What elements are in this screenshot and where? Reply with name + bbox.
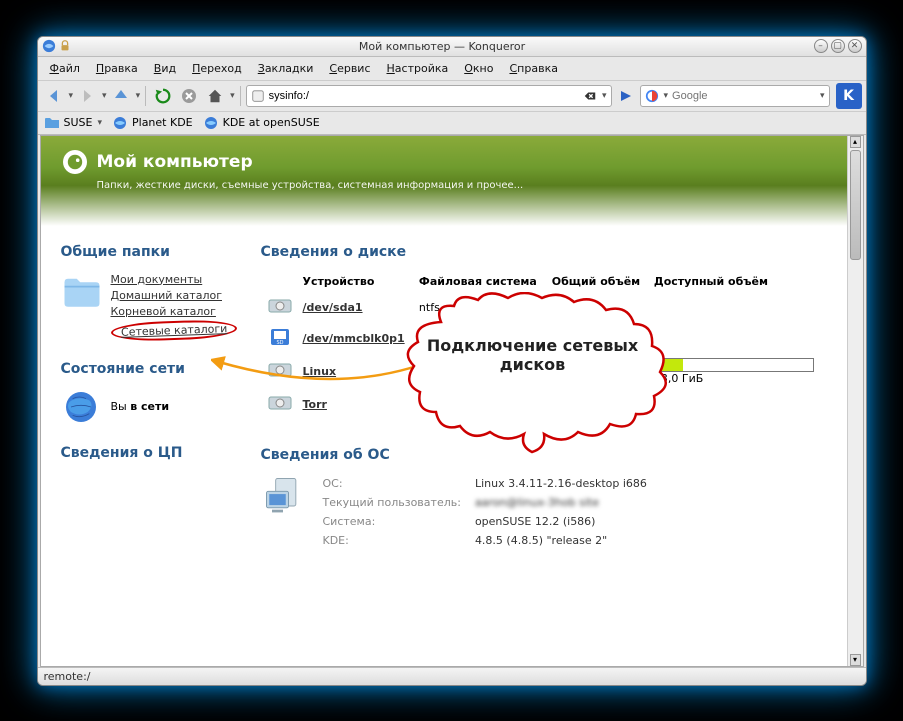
svg-text:SD: SD — [276, 340, 283, 346]
disk-device-link[interactable]: Linux — [303, 365, 337, 378]
folder-link-0[interactable]: Мои документы — [111, 273, 203, 286]
opensuse-logo-icon — [63, 150, 87, 174]
chevron-down-icon[interactable]: ▾ — [69, 91, 74, 101]
os-info-table: ОС:Linux 3.4.11-2.16-desktop i686Текущий… — [315, 473, 655, 551]
os-value: 4.8.5 (4.8.5) "release 2" — [469, 532, 653, 549]
menu-айл[interactable]: Файл — [44, 60, 86, 77]
os-label: KDE: — [317, 532, 467, 549]
search-input[interactable] — [672, 90, 815, 102]
menu-ервис[interactable]: Сервис — [323, 60, 376, 77]
menubar: ФайлПравкаВидПереходЗакладкиСервис Настро… — [38, 57, 866, 81]
stop-button[interactable] — [177, 84, 201, 108]
konqueror-logo[interactable]: K — [836, 83, 862, 109]
disk-icon — [267, 296, 293, 316]
page-content: Мой компьютер Папки, жесткие диски, съем… — [41, 136, 847, 666]
close-button[interactable]: ✕ — [848, 39, 862, 53]
vertical-scrollbar[interactable]: ▴ ▾ — [847, 136, 863, 666]
os-row: KDE:4.8.5 (4.8.5) "release 2" — [317, 532, 653, 549]
forward-button[interactable] — [75, 84, 99, 108]
folder-link-2[interactable]: Корневой каталог — [111, 305, 216, 318]
chevron-down-icon[interactable]: ▾ — [102, 91, 107, 101]
menu-ереход[interactable]: Переход — [186, 60, 248, 77]
annotation-callout: Подключение сетевых дисков — [396, 292, 676, 460]
nav-toolbar: ▾ ▾ ▾ ▾ ▾ ▾ ▾ K — [38, 81, 866, 112]
menu-равка[interactable]: Правка — [90, 60, 144, 77]
network-status: Вы в сети — [111, 400, 170, 413]
os-row: ОС:Linux 3.4.11-2.16-desktop i686 — [317, 475, 653, 492]
chevron-down-icon[interactable]: ▾ — [136, 91, 141, 101]
scroll-thumb[interactable] — [850, 150, 861, 260]
back-button[interactable] — [42, 84, 66, 108]
disk-device-link[interactable]: /dev/mmcblk0p1 — [303, 332, 405, 345]
chevron-down-icon[interactable]: ▾ — [820, 91, 825, 101]
chevron-down-icon[interactable]: ▾ — [602, 91, 607, 101]
os-value: openSUSE 12.2 (i586) — [469, 513, 653, 530]
search-engine-icon[interactable] — [645, 89, 659, 103]
os-row: Система:openSUSE 12.2 (i586) — [317, 513, 653, 530]
folder-icon — [61, 270, 103, 312]
scroll-up-button[interactable]: ▴ — [850, 136, 861, 148]
folders-heading: Общие папки — [61, 244, 251, 260]
location-icon — [251, 89, 265, 103]
go-button[interactable] — [614, 84, 638, 108]
app-icon — [42, 39, 56, 53]
bookmarks-toolbar: SUSE▾ Planet KDE KDE at openSUSE — [38, 112, 866, 135]
page-banner: Мой компьютер Папки, жесткие диски, съем… — [41, 136, 847, 226]
network-heading: Состояние сети — [61, 361, 251, 377]
os-value: Linux 3.4.11-2.16-desktop i686 — [469, 475, 653, 492]
lock-icon — [58, 39, 72, 53]
titlebar[interactable]: Мой компьютер — Konqueror – ▢ ✕ — [38, 37, 866, 57]
disk-avail: 13,0 ГиБ — [650, 355, 825, 388]
disk-heading: Сведения о диске — [261, 244, 827, 260]
computer-icon — [261, 473, 305, 517]
disk-icon — [267, 393, 293, 413]
bookmark-0[interactable]: SUSE▾ — [44, 115, 103, 131]
os-label: Система: — [317, 513, 467, 530]
chevron-down-icon[interactable]: ▾ — [230, 91, 235, 101]
cpu-heading: Сведения о ЦП — [61, 445, 251, 461]
disk-device-link[interactable]: /dev/sda1 — [303, 301, 363, 314]
menu-ид[interactable]: Вид — [148, 60, 182, 77]
scroll-down-button[interactable]: ▾ — [850, 654, 861, 666]
os-label: ОС: — [317, 475, 467, 492]
statusbar: remote:/ — [38, 667, 866, 685]
disk-avail — [650, 293, 825, 322]
disk-col: Устройство — [299, 272, 413, 291]
disk-icon: SD — [267, 327, 293, 347]
address-bar[interactable]: ▾ — [246, 85, 612, 107]
disk-col: Общий объём — [548, 272, 648, 291]
menu-правка[interactable]: Справка — [503, 60, 563, 77]
chevron-down-icon[interactable]: ▾ — [664, 91, 669, 101]
search-bar[interactable]: ▾ ▾ — [640, 85, 830, 107]
address-input[interactable] — [269, 90, 579, 102]
maximize-button[interactable]: ▢ — [831, 39, 845, 53]
up-button[interactable] — [109, 84, 133, 108]
os-value: aaron@linux-3hob site — [469, 494, 653, 511]
os-label: Текущий пользователь: — [317, 494, 467, 511]
minimize-button[interactable]: – — [814, 39, 828, 53]
page-title: Мой компьютер — [97, 152, 253, 172]
menu-астройка[interactable]: Настройка — [381, 60, 455, 77]
clear-icon[interactable] — [583, 89, 597, 103]
window-title: Мой компьютер — Konqueror — [74, 40, 811, 53]
menu-акладки[interactable]: Закладки — [252, 60, 320, 77]
reload-button[interactable] — [151, 84, 175, 108]
folder-link-1[interactable]: Домашний каталог — [111, 289, 223, 302]
bookmark-2[interactable]: KDE at openSUSE — [203, 115, 320, 131]
page-subtitle: Папки, жесткие диски, съемные устройства… — [97, 180, 825, 191]
os-row: Текущий пользователь:aaron@linux-3hob si… — [317, 494, 653, 511]
disk-avail — [650, 390, 825, 419]
disk-icon — [267, 360, 293, 380]
menu-кно[interactable]: Окно — [458, 60, 499, 77]
callout-text: Подключение сетевых дисков — [423, 336, 643, 374]
disk-col: Доступный объём — [650, 272, 825, 291]
konqueror-window: Мой компьютер — Konqueror – ▢ ✕ ФайлПрав… — [37, 36, 867, 686]
disk-avail — [650, 324, 825, 353]
globe-icon — [61, 387, 101, 427]
bookmark-1[interactable]: Planet KDE — [112, 115, 193, 131]
disk-device-link[interactable]: Torr — [303, 398, 327, 411]
disk-col: Файловая система — [415, 272, 546, 291]
folder-link-network[interactable]: Сетевые каталоги — [120, 322, 227, 339]
home-button[interactable] — [203, 84, 227, 108]
